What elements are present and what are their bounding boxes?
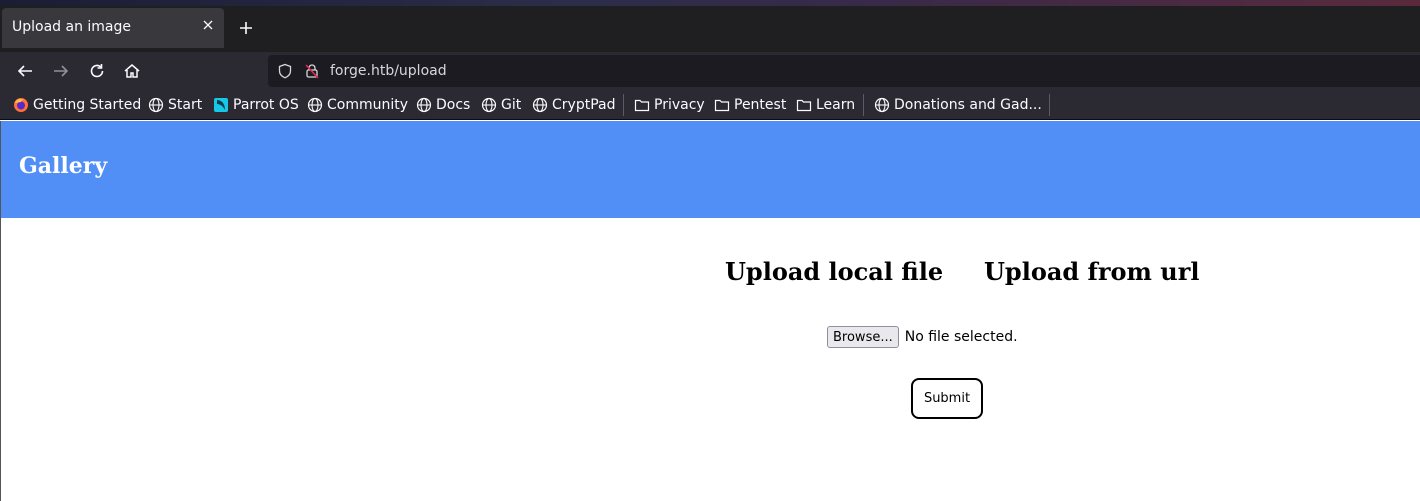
forward-icon[interactable] xyxy=(51,61,71,81)
insecure-lock-icon[interactable] xyxy=(304,63,320,79)
shield-icon[interactable] xyxy=(277,63,293,79)
globe-icon xyxy=(532,97,548,113)
home-icon[interactable] xyxy=(122,61,142,81)
bookmark-label: CryptPad xyxy=(552,97,616,113)
bookmark-label: Pentest xyxy=(734,97,787,113)
folder-icon xyxy=(634,99,650,112)
bookmark-label: Privacy xyxy=(654,97,705,113)
site-title[interactable]: Gallery xyxy=(19,153,107,179)
folder-icon xyxy=(714,99,730,112)
globe-icon xyxy=(307,97,323,113)
reload-icon[interactable] xyxy=(87,61,107,81)
tab-bar: Upload an image xyxy=(0,6,1420,52)
new-tab-icon[interactable] xyxy=(236,18,256,38)
firefox-icon xyxy=(14,98,28,112)
tab-upload-from-url[interactable]: Upload from url xyxy=(984,257,1199,286)
bookmark-docs[interactable]: Docs xyxy=(416,96,470,114)
site-header: Gallery xyxy=(1,121,1420,218)
close-tab-icon[interactable] xyxy=(200,17,216,33)
file-status-text: No file selected. xyxy=(904,329,1018,345)
browse-button[interactable]: Browse... xyxy=(827,326,899,348)
bookmark-start[interactable]: Start xyxy=(148,96,202,114)
bookmark-label: Docs xyxy=(436,97,471,113)
bookmark-label: Git xyxy=(501,97,522,113)
back-icon[interactable] xyxy=(15,61,35,81)
bookmark-separator xyxy=(863,94,864,116)
navigation-toolbar: forge.htb/upload xyxy=(0,52,1420,90)
address-bar[interactable]: forge.htb/upload xyxy=(268,55,1420,87)
bookmark-cryptpad[interactable]: CryptPad xyxy=(532,96,615,114)
submit-button[interactable]: Submit xyxy=(911,378,983,419)
url-text[interactable]: forge.htb/upload xyxy=(330,63,447,79)
bookmark-separator xyxy=(623,94,624,116)
bookmark-donations[interactable]: Donations and Gad... xyxy=(874,96,1042,114)
bookmark-folder-privacy[interactable]: Privacy xyxy=(634,96,705,114)
bookmark-label: Start xyxy=(168,97,203,113)
page-content: Gallery Upload local file Upload from ur… xyxy=(0,121,1420,501)
bookmark-parrot-os[interactable]: Parrot OS xyxy=(213,96,299,114)
bookmark-label: Community xyxy=(327,97,409,113)
bookmark-git[interactable]: Git xyxy=(481,96,521,114)
folder-icon xyxy=(796,99,812,112)
globe-icon xyxy=(148,97,164,113)
parrot-icon xyxy=(214,98,228,112)
bookmark-separator xyxy=(1049,94,1050,116)
bookmarks-toolbar: Getting Started Start Parrot OS Communit… xyxy=(0,90,1420,120)
tab-title: Upload an image xyxy=(12,19,132,35)
globe-icon xyxy=(481,97,497,113)
file-input[interactable]: Browse... No file selected. xyxy=(827,326,1018,348)
browser-tab[interactable]: Upload an image xyxy=(2,8,224,48)
bookmark-folder-pentest[interactable]: Pentest xyxy=(714,96,786,114)
bookmark-label: Donations and Gad... xyxy=(894,97,1042,113)
bookmark-label: Parrot OS xyxy=(233,97,299,113)
bookmark-community[interactable]: Community xyxy=(307,96,408,114)
bookmark-label: Getting Started xyxy=(33,97,142,113)
globe-icon xyxy=(416,97,432,113)
bookmark-getting-started[interactable]: Getting Started xyxy=(13,96,141,114)
globe-icon xyxy=(874,97,890,113)
bookmark-label: Learn xyxy=(816,97,856,113)
tab-upload-local-file[interactable]: Upload local file xyxy=(725,257,943,286)
bookmark-folder-learn[interactable]: Learn xyxy=(796,96,855,114)
